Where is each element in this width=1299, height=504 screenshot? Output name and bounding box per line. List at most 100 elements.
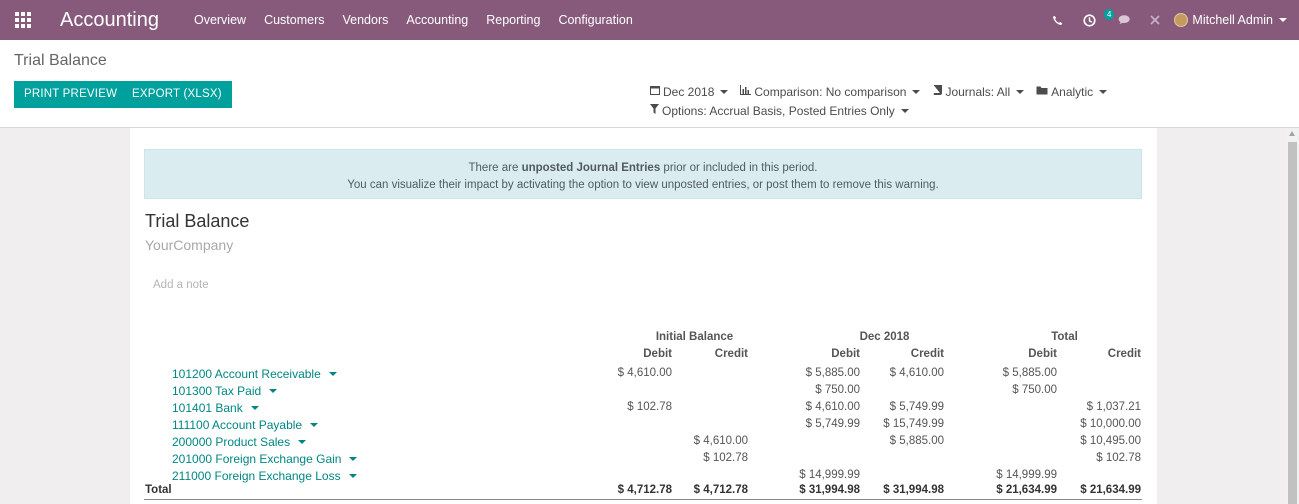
print-preview-button[interactable]: PRINT PREVIEW <box>14 81 128 108</box>
chevron-down-icon[interactable] <box>310 422 319 427</box>
chevron-down-icon[interactable] <box>250 405 259 410</box>
account-link[interactable]: 201000 Foreign Exchange Gain <box>172 450 358 467</box>
folder-icon <box>1036 85 1048 98</box>
menu-overview[interactable]: Overview <box>185 0 255 40</box>
report-sheet: There are unposted Journal Entries prior… <box>130 128 1157 504</box>
account-name: 101300 Tax Paid <box>172 383 262 398</box>
table-row: 111100 Account Payable $ 5,749.99 $ 15,749… <box>130 416 1157 433</box>
date-filter[interactable]: Dec 2018 <box>650 85 729 99</box>
chat-icon[interactable] <box>1106 0 1144 40</box>
total-cell: $ 4,712.78 <box>693 484 748 496</box>
amount-cell: $ 4,610.00 <box>617 367 672 379</box>
menu-accounting[interactable]: Accounting <box>397 0 477 40</box>
options-filter-label: Options: Accrual Basis, Posted Entries O… <box>662 103 895 118</box>
navbar-systray: 4 Mitchell Admin <box>1042 0 1299 40</box>
book-icon <box>932 85 943 98</box>
account-link[interactable]: 111100 Account Payable <box>172 416 319 433</box>
total-cell: $ 21,634.99 <box>1080 484 1141 496</box>
menu-configuration[interactable]: Configuration <box>549 0 641 40</box>
menu-reporting[interactable]: Reporting <box>477 0 549 40</box>
scroll-up-arrow-icon[interactable] <box>1289 131 1295 136</box>
apps-menu-icon[interactable] <box>0 0 46 40</box>
chevron-down-icon <box>912 89 921 94</box>
col-head-credit: Credit <box>910 348 944 360</box>
amount-cell: $ 1,037.21 <box>1086 401 1141 413</box>
journals-filter-label: Journals: All <box>945 84 1011 99</box>
amount-cell: $ 5,885.00 <box>1002 367 1057 379</box>
alert-text: prior or included in this period. <box>660 162 818 174</box>
report-title: Trial Balance <box>145 211 250 231</box>
amount-cell: $ 750.00 <box>1012 384 1057 396</box>
add-note-field[interactable]: Add a note <box>153 279 209 291</box>
chevron-down-icon[interactable] <box>349 456 358 461</box>
analytic-filter[interactable]: Analytic <box>1036 84 1108 99</box>
group-head-initial-balance: Initial Balance <box>655 331 734 343</box>
amount-cell: $ 5,885.00 <box>889 435 944 447</box>
chevron-down-icon <box>1016 89 1025 94</box>
menu-vendors[interactable]: Vendors <box>334 0 398 40</box>
table-row: 101300 Tax Paid $ 750.00 $ 750.00 <box>130 382 1157 399</box>
company-name: YourCompany <box>145 237 234 253</box>
alert-text-line2: You can visualize their impact by activa… <box>347 179 939 191</box>
unposted-entries-warning: There are unposted Journal Entries prior… <box>144 149 1142 199</box>
chevron-down-icon[interactable] <box>328 371 337 376</box>
chevron-down-icon[interactable] <box>298 439 307 444</box>
amount-cell: $ 102.78 <box>627 401 672 413</box>
total-row: Total $ 4,712.78 $ 4,712.78 $ 31,994.98 … <box>130 482 1157 499</box>
total-underline <box>144 499 1142 500</box>
vertical-scrollbar[interactable] <box>1286 128 1299 504</box>
chevron-down-icon <box>720 89 729 94</box>
user-menu[interactable]: Mitchell Admin <box>1166 0 1299 40</box>
amount-cell: $ 5,749.99 <box>889 401 944 413</box>
bar-chart-icon <box>740 85 752 98</box>
menu-customers[interactable]: Customers <box>255 0 333 40</box>
journals-filter[interactable]: Journals: All <box>932 84 1025 99</box>
comparison-filter[interactable]: Comparison: No comparison <box>740 84 921 99</box>
chevron-down-icon[interactable] <box>269 388 278 393</box>
group-head-period: Dec 2018 <box>859 331 910 343</box>
calendar-icon <box>650 85 660 98</box>
report-filters: Dec 2018 Comparison: No comparison Journ… <box>650 83 1119 119</box>
table-row: 101401 Bank $ 102.78 $ 4,610.00 $ 5,749.99 $… <box>130 399 1157 416</box>
amount-cell: $ 15,749.99 <box>883 418 944 430</box>
top-navbar: Accounting Overview Customers Vendors Ac… <box>0 0 1299 40</box>
alert-text: There are <box>468 162 522 174</box>
col-head-credit: Credit <box>1107 348 1141 360</box>
comparison-filter-label: Comparison: No comparison <box>754 84 907 99</box>
table-row: 101200 Account Receivable $ 4,610.00 $ 5,8… <box>130 365 1157 382</box>
phone-icon[interactable] <box>1042 0 1072 40</box>
account-name: 111100 Account Payable <box>172 417 303 432</box>
main-menu: Overview Customers Vendors Accounting Re… <box>185 0 642 40</box>
account-link[interactable]: 101200 Account Receivable <box>172 365 337 382</box>
total-cell: $ 31,994.98 <box>883 484 944 496</box>
amount-cell: $ 750.00 <box>815 384 860 396</box>
options-filter[interactable]: Options: Accrual Basis, Posted Entries O… <box>650 104 909 118</box>
total-label: Total <box>145 484 172 496</box>
amount-cell: $ 102.78 <box>1096 452 1141 464</box>
account-link[interactable]: 200000 Product Sales <box>172 433 307 450</box>
account-name: 101401 Bank <box>172 400 243 415</box>
chevron-down-icon <box>900 108 909 113</box>
activity-icon[interactable]: 4 <box>1072 0 1115 40</box>
account-name: 201000 Foreign Exchange Gain <box>172 451 342 466</box>
amount-cell: $ 4,610.00 <box>889 367 944 379</box>
account-name: 211000 Foreign Exchange Loss <box>172 468 341 483</box>
scroll-thumb[interactable] <box>1288 142 1297 504</box>
user-name: Mitchell Admin <box>1192 13 1273 27</box>
app-brand[interactable]: Accounting <box>60 9 159 32</box>
avatar <box>1174 13 1189 27</box>
alert-bold-text: unposted Journal Entries <box>521 162 661 174</box>
account-link[interactable]: 101401 Bank <box>172 399 259 416</box>
account-link[interactable]: 101300 Tax Paid <box>172 382 278 399</box>
chevron-down-icon <box>1279 18 1287 22</box>
filter-icon <box>650 104 659 117</box>
group-head-total: Total <box>1051 331 1078 343</box>
chevron-down-icon[interactable] <box>348 473 357 478</box>
export-xlsx-button[interactable]: EXPORT (XLSX) <box>122 81 232 108</box>
analytic-filter-label: Analytic <box>1051 84 1094 99</box>
amount-cell: $ 10,495.00 <box>1080 435 1141 447</box>
control-panel: Trial Balance PRINT PREVIEW EXPORT (XLSX… <box>0 40 1299 128</box>
account-name: 101200 Account Receivable <box>172 366 321 381</box>
close-icon[interactable] <box>1144 0 1166 40</box>
table-row: 200000 Product Sales $ 4,610.00 $ 5,885.00… <box>130 433 1157 450</box>
